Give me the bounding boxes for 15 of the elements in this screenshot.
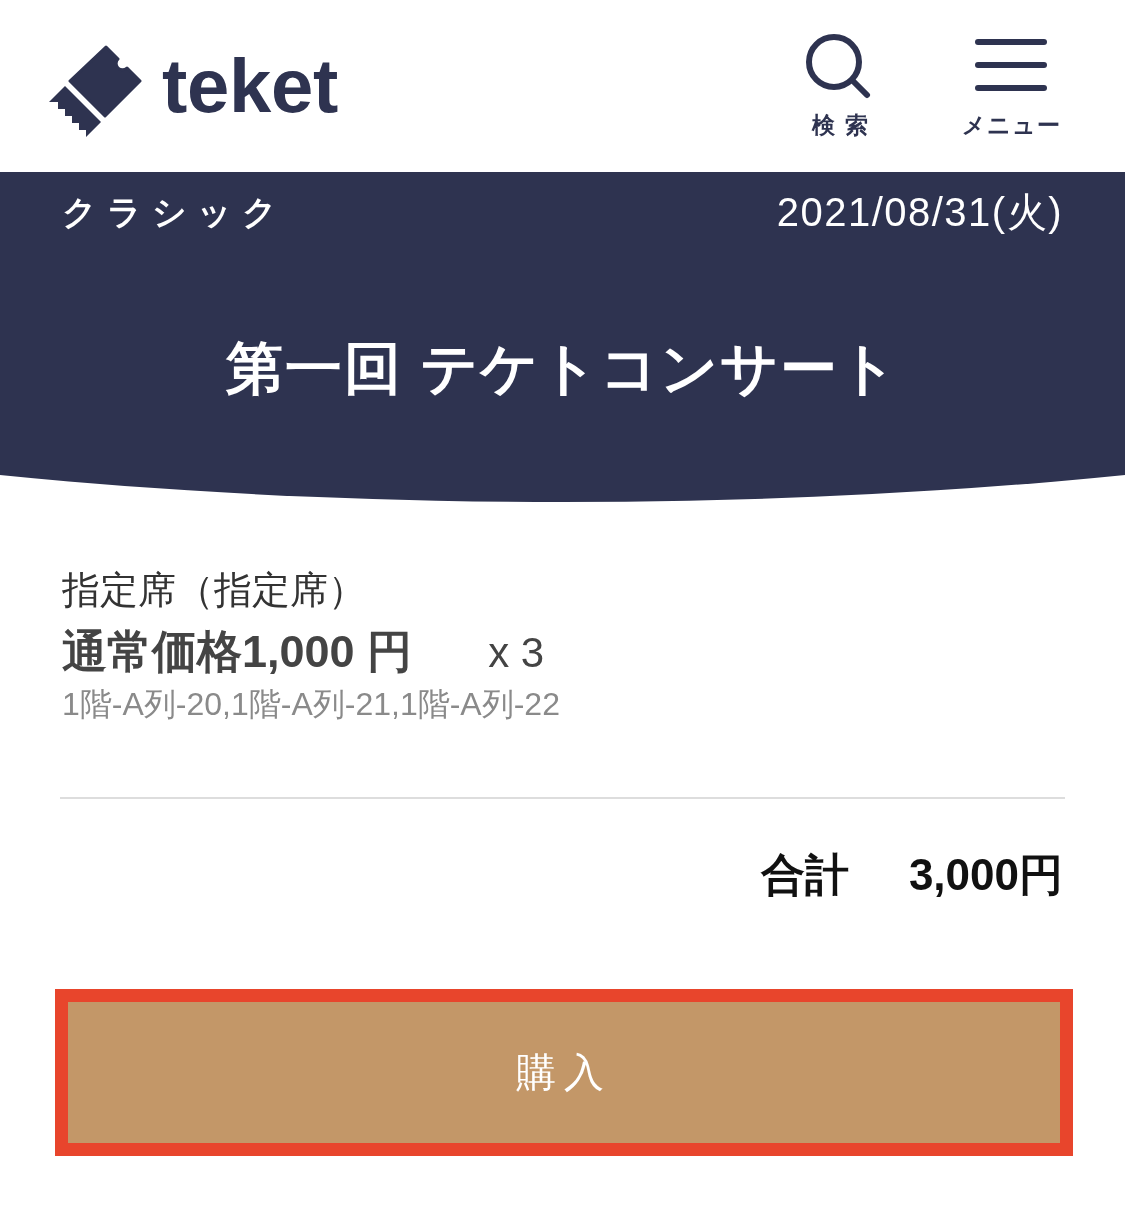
- seat-type: 指定席（指定席）: [61, 568, 367, 613]
- seat-numbers: 1階-A列-20,1階-A列-21,1階-A列-22: [61, 685, 561, 724]
- ticket-price: 通常価格1,000 円: [62, 625, 413, 679]
- search-icon: [805, 33, 871, 99]
- menu-button[interactable]: メニュー: [951, 33, 1071, 139]
- search-button[interactable]: 検索: [780, 33, 900, 139]
- ticket-logo-icon: [48, 45, 142, 139]
- menu-icon: [975, 39, 1047, 93]
- total-label: 合計: [760, 849, 849, 901]
- event-category: クラシック: [62, 192, 287, 233]
- total-amount: 3,000円: [908, 849, 1063, 901]
- event-date: 2021/08/31(火): [776, 190, 1063, 234]
- ticket-quantity: x 3: [488, 628, 545, 678]
- logo-wordmark[interactable]: teket: [162, 48, 338, 124]
- event-title: 第一回 テケトコンサート: [224, 335, 901, 402]
